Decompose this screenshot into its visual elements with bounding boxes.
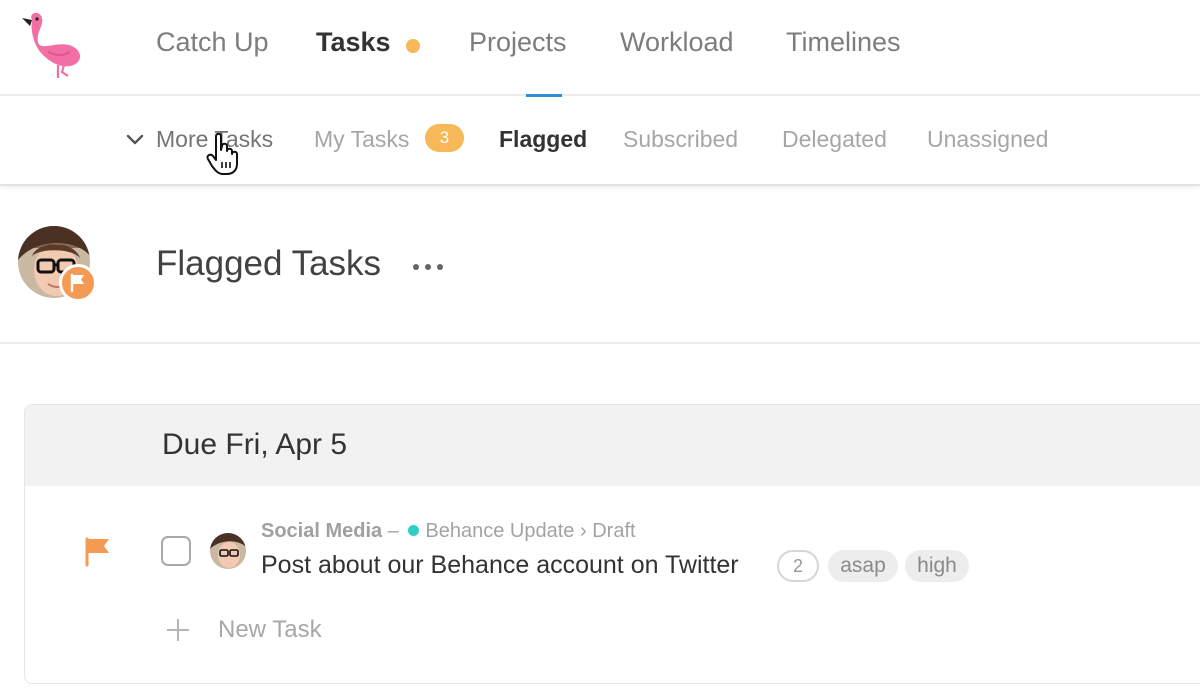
new-task-button[interactable]: New Task	[218, 616, 322, 644]
flag-icon	[70, 273, 84, 293]
task-group-card: Due Fri, Apr 5 Social Media – Behance Up…	[24, 404, 1200, 684]
flag-badge	[59, 264, 97, 302]
assignee-avatar[interactable]	[210, 533, 246, 569]
filter-delegated[interactable]: Delegated	[782, 126, 887, 153]
filter-my-tasks[interactable]: My Tasks	[314, 126, 409, 153]
flamingo-logo-icon[interactable]	[18, 10, 90, 80]
filter-unassigned[interactable]: Unassigned	[927, 126, 1048, 153]
nav-tasks[interactable]: Tasks	[316, 27, 391, 58]
tag-high[interactable]: high	[905, 550, 969, 582]
nav-workload[interactable]: Workload	[620, 27, 734, 58]
group-title: Due Fri, Apr 5	[162, 428, 348, 461]
breadcrumb-arrow-icon: ›	[579, 520, 587, 542]
filter-flagged[interactable]: Flagged	[499, 126, 587, 153]
active-tab-indicator	[526, 94, 562, 97]
flag-icon[interactable]	[83, 535, 113, 567]
list-color-dot	[408, 525, 420, 537]
section-link[interactable]: Draft	[592, 520, 635, 542]
chevron-down-icon[interactable]	[124, 129, 146, 151]
task-checkbox[interactable]	[161, 536, 191, 566]
list-link[interactable]: Behance Update	[425, 520, 574, 542]
nav-projects[interactable]: Projects	[469, 27, 567, 58]
filter-subscribed[interactable]: Subscribed	[623, 126, 738, 153]
more-horizontal-icon[interactable]	[410, 252, 446, 282]
my-tasks-count-badge: 3	[425, 124, 464, 152]
task-title[interactable]: Post about our Behance account on Twitte…	[261, 551, 739, 580]
project-link[interactable]: Social Media	[261, 520, 382, 542]
hand-pointer-cursor-icon	[206, 132, 238, 175]
top-navigation: Catch Up Tasks Projects Workload Timelin…	[0, 0, 1200, 97]
nav-timelines[interactable]: Timelines	[786, 27, 901, 58]
page-header: Flagged Tasks	[0, 186, 1200, 344]
plus-icon[interactable]	[165, 617, 191, 643]
breadcrumb-separator: –	[387, 520, 399, 542]
nav-catch-up[interactable]: Catch Up	[156, 27, 269, 58]
tag-asap[interactable]: asap	[828, 550, 898, 582]
page-title: Flagged Tasks	[156, 244, 382, 283]
task-breadcrumb: Social Media – Behance Update › Draft	[261, 520, 636, 543]
task-filter-bar: More Tasks My Tasks 3 Flagged Subscribed…	[0, 98, 1200, 186]
group-header: Due Fri, Apr 5	[25, 405, 1200, 486]
comment-count-badge[interactable]: 2	[777, 550, 819, 582]
tasks-notification-dot	[406, 39, 420, 53]
